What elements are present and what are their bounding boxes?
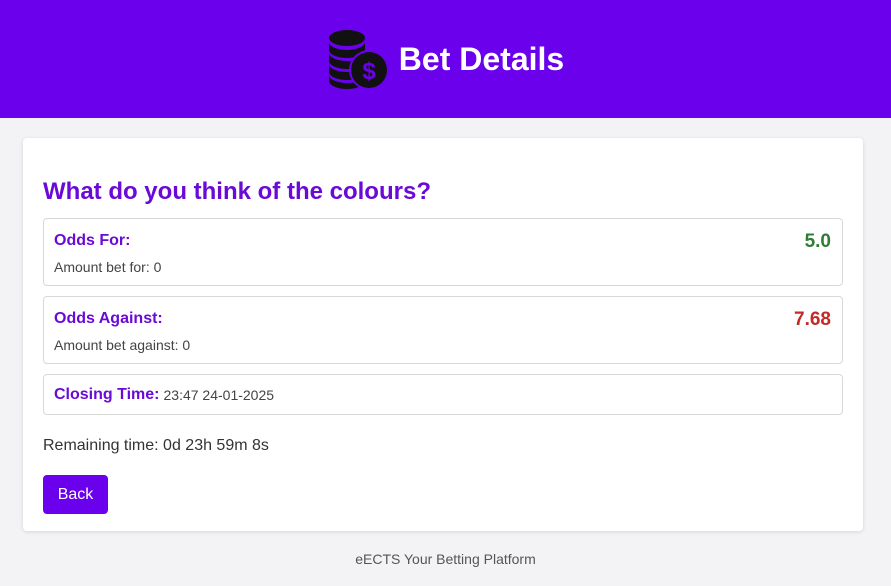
closing-time-label: Closing Time: bbox=[54, 385, 160, 403]
amount-bet-against: Amount bet against: 0 bbox=[54, 337, 191, 353]
remaining-time: Remaining time: 0d 23h 59m 8s bbox=[43, 437, 269, 454]
svg-text:$: $ bbox=[362, 58, 376, 85]
bet-question: What do you think of the colours? bbox=[43, 178, 431, 205]
odds-against-label: Odds Against: bbox=[54, 310, 163, 327]
footer-text: eECTS Your Betting Platform bbox=[355, 551, 536, 567]
odds-for-box: Odds For: 5.0 Amount bet for: 0 bbox=[43, 218, 843, 286]
closing-time-box: Closing Time: 23:47 24-01-2025 bbox=[43, 374, 843, 415]
odds-against-value: 7.68 bbox=[794, 309, 831, 330]
odds-against-box: Odds Against: 7.68 Amount bet against: 0 bbox=[43, 296, 843, 364]
odds-for-value: 5.0 bbox=[804, 231, 831, 252]
odds-for-label: Odds For: bbox=[54, 232, 131, 249]
amount-bet-for: Amount bet for: 0 bbox=[54, 259, 162, 275]
coins-dollar-icon: $ bbox=[328, 30, 389, 90]
back-button[interactable]: Back bbox=[43, 475, 108, 514]
closing-time-value: 23:47 24-01-2025 bbox=[163, 386, 275, 403]
bet-details-card: What do you think of the colours? Odds F… bbox=[23, 138, 863, 531]
page-title: Bet Details bbox=[398, 40, 565, 77]
page-header: $ Bet Details bbox=[0, 0, 891, 118]
